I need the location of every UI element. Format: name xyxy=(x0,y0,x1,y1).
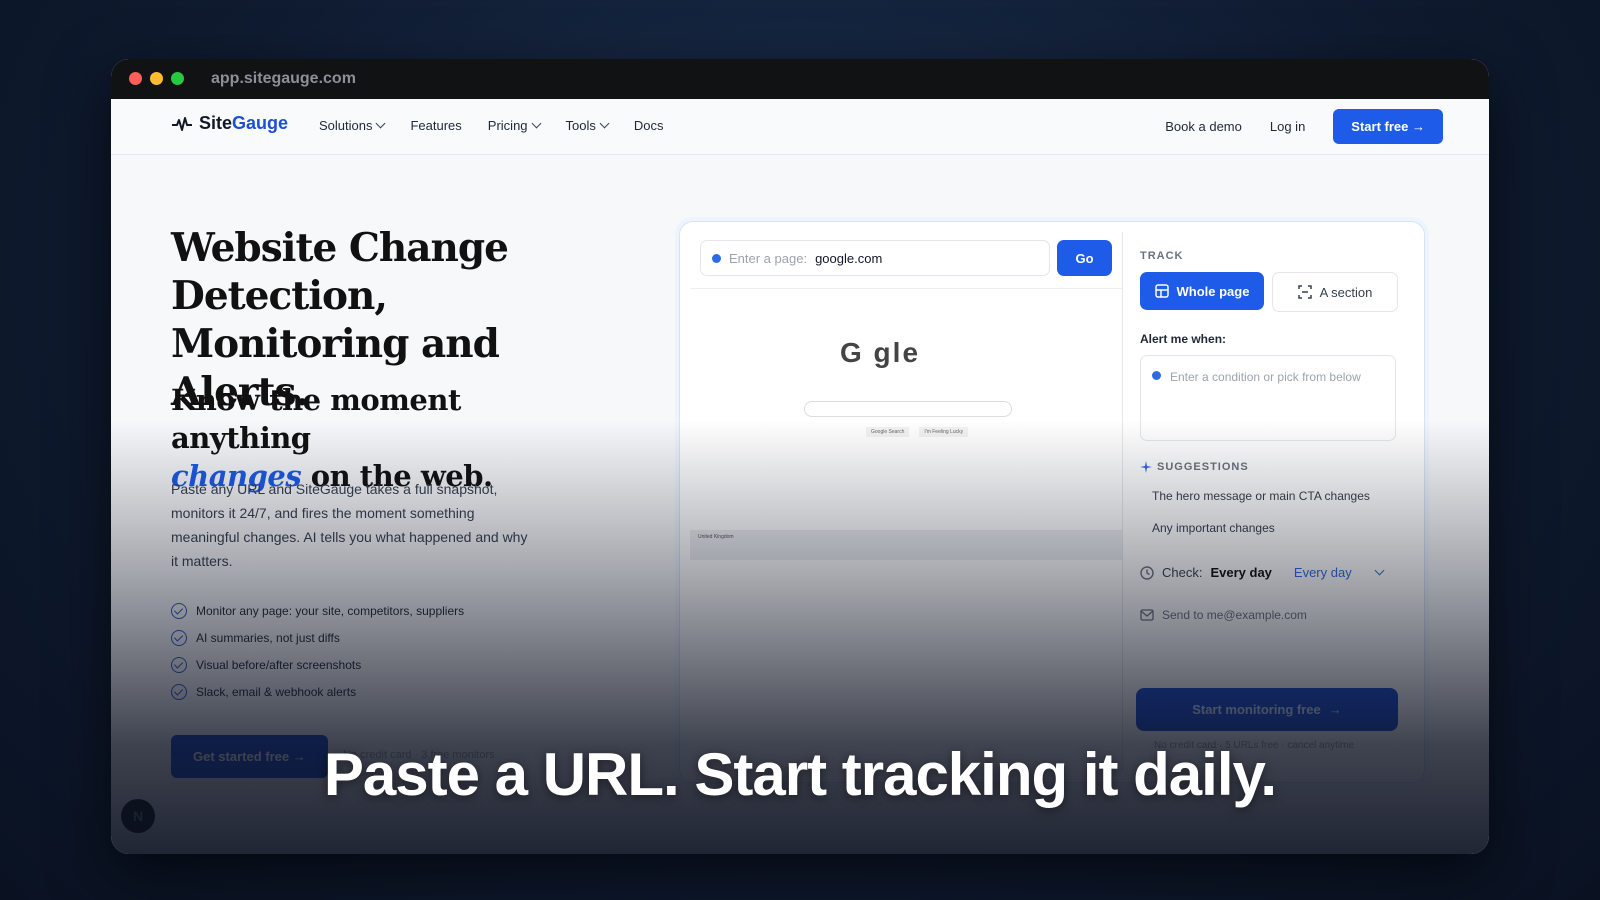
whole-page-button[interactable]: Whole page xyxy=(1140,272,1264,310)
suggestions-label: SUGGESTIONS xyxy=(1140,461,1400,473)
url-value: google.com xyxy=(815,250,883,266)
maximize-window-button[interactable] xyxy=(171,72,184,85)
logo[interactable]: SiteGauge xyxy=(171,113,288,134)
start-free-button[interactable]: Start free → xyxy=(1333,109,1443,144)
mail-icon xyxy=(1140,609,1154,621)
a-section-button[interactable]: A section xyxy=(1272,272,1398,312)
list-item: Slack, email & webhook alerts xyxy=(171,678,464,705)
condition-placeholder: Enter a condition or pick from below xyxy=(1170,370,1361,384)
preview-button: Google Search xyxy=(866,427,910,437)
preview-search-box xyxy=(804,401,1012,417)
preview-footer: United Kingdom xyxy=(690,530,1122,560)
nav-tools[interactable]: Tools xyxy=(566,118,610,133)
list-item: Monitor any page: your site, competitors… xyxy=(171,597,464,624)
sparkle-icon xyxy=(1140,461,1152,473)
feature-list: Monitor any page: your site, competitors… xyxy=(171,597,464,705)
chevron-down-icon xyxy=(599,118,610,129)
layout-icon xyxy=(1154,284,1169,298)
go-button[interactable]: Go xyxy=(1057,240,1112,276)
track-settings: TRACK Whole page A section Alert me when… xyxy=(1140,250,1400,622)
arrow-right-icon: → xyxy=(1328,702,1342,717)
title-bar: app.sitegauge.com xyxy=(111,59,1489,99)
list-item: Visual before/after screenshots xyxy=(171,651,464,678)
minimize-window-button[interactable] xyxy=(150,72,163,85)
check-circle-icon xyxy=(171,629,187,646)
check-circle-icon xyxy=(171,602,187,619)
hero-description: Paste any URL and SiteGauge takes a full… xyxy=(171,481,528,569)
page-url-input[interactable]: Enter a page: google.com xyxy=(700,240,1050,276)
suggestion-item[interactable]: Any important changes xyxy=(1140,519,1372,537)
frequency-select[interactable]: Every day xyxy=(1294,565,1352,580)
condition-input[interactable]: Enter a condition or pick from below xyxy=(1140,355,1396,441)
address-bar[interactable]: app.sitegauge.com xyxy=(211,70,356,88)
check-frequency-row: Check: Every day Every day xyxy=(1140,565,1400,580)
list-item: AI summaries, not just diffs xyxy=(171,624,464,651)
chevron-down-icon xyxy=(376,118,386,129)
nav-pricing[interactable]: Pricing xyxy=(488,118,541,133)
browser-window: app.sitegauge.com SiteGauge Solutions Fe… xyxy=(111,59,1489,854)
nav-features[interactable]: Features xyxy=(410,118,461,133)
top-nav: SiteGauge Solutions Features Pricing Too… xyxy=(111,99,1489,155)
pulse-logo-icon xyxy=(172,116,192,131)
url-placeholder: Enter a page: xyxy=(729,250,808,266)
logo-text: Site xyxy=(199,113,233,133)
preview-button: I'm Feeling Lucky xyxy=(919,427,969,437)
logo-accent-text: Gauge xyxy=(232,113,289,133)
preview-logo: G gle xyxy=(840,337,921,368)
alert-label: Alert me when: xyxy=(1140,332,1227,346)
check-circle-icon xyxy=(171,656,187,673)
monitor-panel: Enter a page: google.com Go G gle Google… xyxy=(679,221,1425,783)
check-circle-icon xyxy=(171,683,187,700)
status-dot-icon xyxy=(712,253,721,263)
check-value: Every day xyxy=(1210,565,1272,580)
start-monitoring-button[interactable]: Start monitoring free → xyxy=(1136,688,1398,731)
page-preview: G gle Google Search I'm Feeling Lucky xyxy=(690,288,1122,561)
crop-icon xyxy=(1297,285,1312,299)
email-field[interactable]: Send to me@example.com xyxy=(1140,608,1400,622)
divider xyxy=(1122,232,1123,772)
nav-docs[interactable]: Docs xyxy=(634,118,664,133)
video-caption: Paste a URL. Start tracking it daily. xyxy=(323,741,1277,808)
close-window-button[interactable] xyxy=(129,72,142,85)
clock-icon xyxy=(1140,565,1154,580)
login-link[interactable]: Log in xyxy=(1270,119,1305,134)
track-label: TRACK xyxy=(1140,250,1184,262)
status-dot-icon xyxy=(1152,371,1161,380)
nav-solutions[interactable]: Solutions xyxy=(319,118,386,133)
book-demo-link[interactable]: Book a demo xyxy=(1165,119,1242,134)
suggestion-item[interactable]: The hero message or main CTA changes xyxy=(1140,487,1372,505)
chevron-down-icon xyxy=(531,118,541,129)
chevron-down-icon[interactable] xyxy=(1374,565,1385,576)
